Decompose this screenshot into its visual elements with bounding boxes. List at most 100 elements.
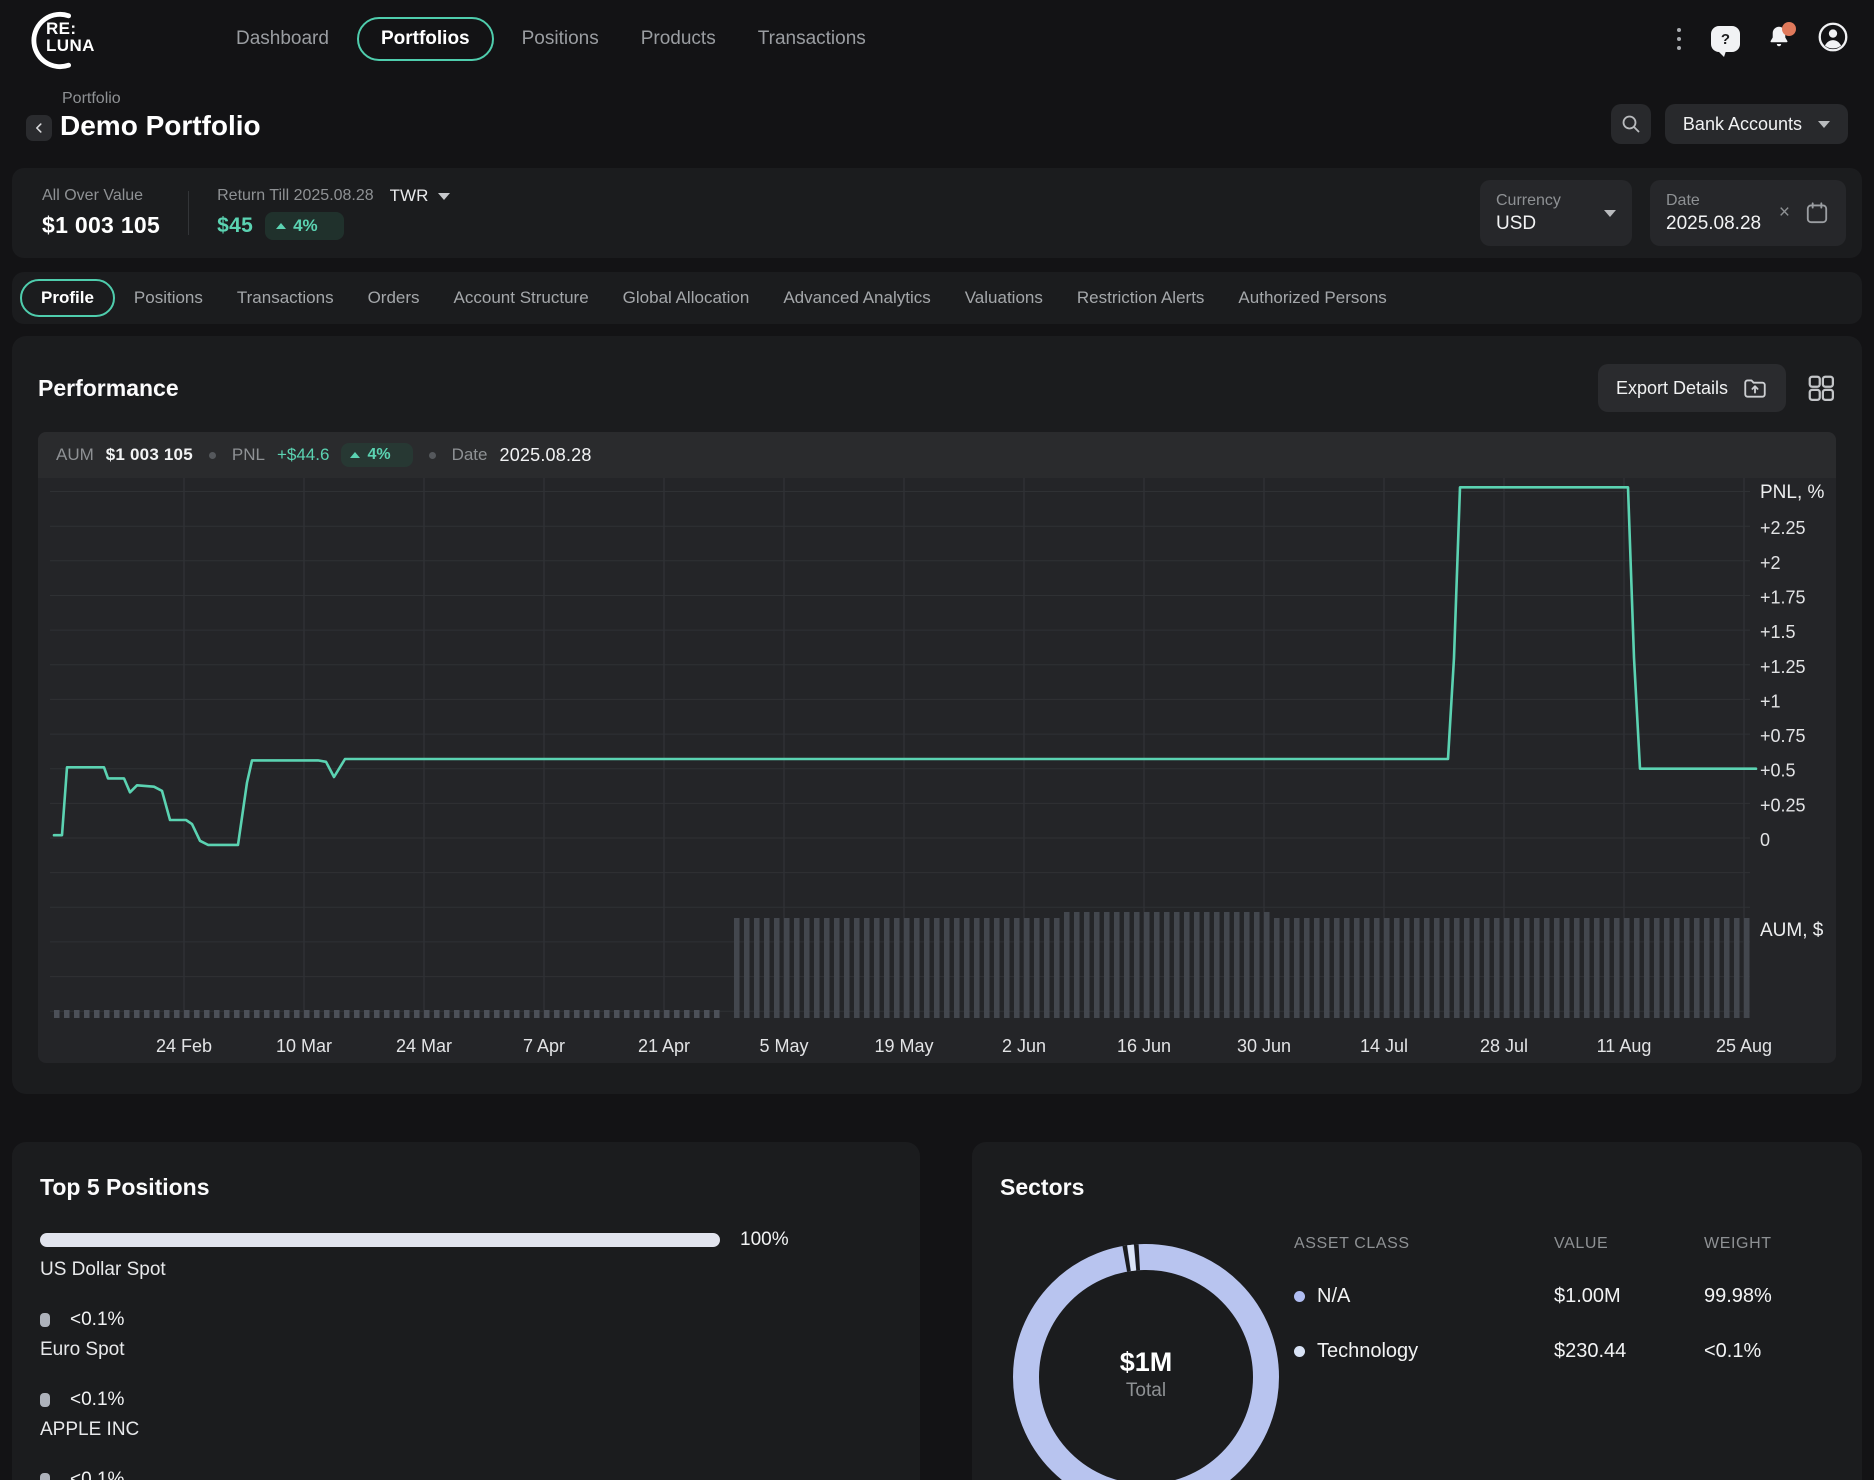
position-item: <0.1%Euro Spot (40, 1311, 892, 1361)
svg-text:24 Feb: 24 Feb (156, 1036, 212, 1056)
nav-item-products[interactable]: Products (627, 19, 730, 59)
tab-authorized-persons[interactable]: Authorized Persons (1223, 280, 1401, 316)
donut-total-label: Total (1066, 1380, 1226, 1402)
tab-advanced-analytics[interactable]: Advanced Analytics (768, 280, 945, 316)
widgets-grid-button[interactable] (1806, 373, 1836, 403)
sector-color-dot (1294, 1346, 1305, 1357)
chevron-down-icon[interactable] (438, 193, 450, 200)
svg-text:14 Jul: 14 Jul (1360, 1036, 1408, 1056)
top-positions-card: Top 5 Positions 100% US Dollar Spot <0.1%E… (12, 1142, 920, 1480)
svg-text:30 Jun: 30 Jun (1237, 1036, 1291, 1056)
svg-text:24 Mar: 24 Mar (396, 1036, 452, 1056)
position-weight-value: <0.1% (70, 1309, 124, 1331)
top-positions-list: 100%US Dollar Spot<0.1%Euro Spot<0.1%APP… (40, 1231, 892, 1480)
svg-text:PNL, %: PNL, % (1760, 482, 1825, 503)
back-button[interactable] (26, 115, 52, 141)
nav-item-positions[interactable]: Positions (508, 19, 613, 59)
return-stat: Return Till 2025.08.28 TWR $45 4% (203, 186, 464, 240)
tab-orders[interactable]: Orders (353, 280, 435, 316)
sector-name: Technology (1317, 1340, 1418, 1363)
top-positions-title: Top 5 Positions (40, 1174, 892, 1201)
return-percent-badge: 4% (265, 212, 344, 240)
svg-text:AUM, $: AUM, $ (1760, 920, 1824, 941)
position-weight-bar (40, 1313, 50, 1327)
tab-restriction-alerts[interactable]: Restriction Alerts (1062, 280, 1220, 316)
notification-badge (1782, 22, 1796, 36)
all-over-value-stat: All Over Value $1 003 105 (28, 187, 174, 239)
position-name: APPLE INC (40, 1419, 892, 1441)
nav-item-transactions[interactable]: Transactions (744, 19, 880, 59)
svg-text:+2.25: +2.25 (1760, 518, 1806, 538)
donut-center-label: $1M Total (1066, 1347, 1226, 1402)
nav-item-dashboard[interactable]: Dashboard (222, 19, 343, 59)
currency-select[interactable]: Currency USD (1480, 180, 1632, 246)
pnl-label: PNL (232, 445, 265, 465)
sector-weight: 99.98% (1704, 1285, 1834, 1308)
nav-item-portfolios[interactable]: Portfolios (357, 17, 494, 61)
sector-row[interactable]: N/A $1.00M99.98% (1294, 1285, 1834, 1308)
tab-transactions[interactable]: Transactions (222, 280, 349, 316)
svg-text:5 May: 5 May (759, 1036, 808, 1056)
sectors-card: Sectors $1M Total ASSET CLASS VALUE WEIG… (972, 1142, 1862, 1480)
main-nav: Dashboard Portfolios Positions Products Tran… (222, 17, 880, 61)
currency-label: Currency (1496, 192, 1561, 210)
tab-valuations[interactable]: Valuations (950, 280, 1058, 316)
currency-value: USD (1496, 213, 1561, 235)
column-value: VALUE (1554, 1235, 1704, 1253)
search-button[interactable] (1611, 104, 1651, 144)
calendar-icon[interactable] (1804, 200, 1830, 226)
bank-accounts-dropdown[interactable]: Bank Accounts (1665, 104, 1848, 144)
tab-global-allocation[interactable]: Global Allocation (608, 280, 765, 316)
svg-text:7 Apr: 7 Apr (523, 1036, 565, 1056)
position-weight-bar (40, 1473, 50, 1480)
arrow-up-icon (276, 223, 286, 229)
pnl-aum-chart-plot[interactable]: PNL, %+2.25+2+1.75+1.5+1.25+1+0.75+0.5+0… (38, 478, 1836, 1063)
position-name: US Dollar Spot (40, 1259, 892, 1281)
svg-text:25 Aug: 25 Aug (1716, 1036, 1772, 1056)
svg-text:+0.5: +0.5 (1760, 761, 1796, 781)
dot-separator (429, 452, 436, 459)
tab-positions[interactable]: Positions (119, 280, 218, 316)
breadcrumb[interactable]: Portfolio (62, 90, 261, 108)
svg-text:+1: +1 (1760, 691, 1781, 711)
donut-total-value: $1M (1066, 1347, 1226, 1378)
logo-text: RE: LUNA (46, 20, 95, 54)
svg-text:+1.75: +1.75 (1760, 588, 1806, 608)
all-over-value-label: All Over Value (42, 187, 160, 205)
position-weight-value: <0.1% (70, 1469, 124, 1480)
chart-date-label: Date (452, 445, 488, 465)
date-picker[interactable]: Date 2025.08.28 × (1650, 180, 1846, 246)
chevron-down-icon (1818, 121, 1830, 128)
notifications-bell-icon[interactable] (1766, 24, 1792, 55)
clear-date-icon[interactable]: × (1779, 202, 1790, 224)
sector-value: $1.00M (1554, 1285, 1704, 1308)
kebab-menu-icon[interactable] (1673, 24, 1685, 54)
svg-text:21 Apr: 21 Apr (638, 1036, 690, 1056)
svg-text:+1.25: +1.25 (1760, 657, 1806, 677)
bank-accounts-label: Bank Accounts (1683, 114, 1802, 135)
chevron-down-icon (1604, 210, 1616, 217)
chart-stats-strip: AUM $1 003 105 PNL +$44.6 4% Date 2025.0… (38, 432, 1836, 478)
tab-profile[interactable]: Profile (20, 279, 115, 317)
position-item: 100% US Dollar Spot (40, 1231, 892, 1281)
app-logo[interactable]: RE: LUNA (26, 7, 118, 71)
account-avatar-icon[interactable] (1818, 22, 1848, 57)
sector-name: N/A (1317, 1285, 1350, 1308)
position-weight-value: 100% (740, 1229, 789, 1251)
svg-text:+2: +2 (1760, 553, 1781, 573)
export-details-button[interactable]: Export Details (1598, 364, 1786, 412)
help-icon[interactable]: ? (1711, 26, 1740, 52)
return-mode-value[interactable]: TWR (390, 186, 429, 206)
chevron-left-icon (32, 121, 46, 135)
portfolio-tabs: ProfilePositionsTransactionsOrdersAccoun… (12, 272, 1862, 324)
sector-row[interactable]: Technology$230.44<0.1% (1294, 1340, 1834, 1363)
portfolio-stats-bar: All Over Value $1 003 105 Return Till 20… (12, 168, 1862, 258)
svg-text:+0.25: +0.25 (1760, 795, 1806, 815)
pnl-value: +$44.6 (277, 445, 329, 465)
tab-account-structure[interactable]: Account Structure (439, 280, 604, 316)
svg-text:28 Jul: 28 Jul (1480, 1036, 1528, 1056)
position-weight-bar (40, 1233, 720, 1247)
svg-text:+1.5: +1.5 (1760, 622, 1796, 642)
sectors-legend: ASSET CLASS VALUE WEIGHT N/A$1.00M99.98%… (1294, 1235, 1834, 1363)
all-over-value: $1 003 105 (42, 212, 160, 239)
